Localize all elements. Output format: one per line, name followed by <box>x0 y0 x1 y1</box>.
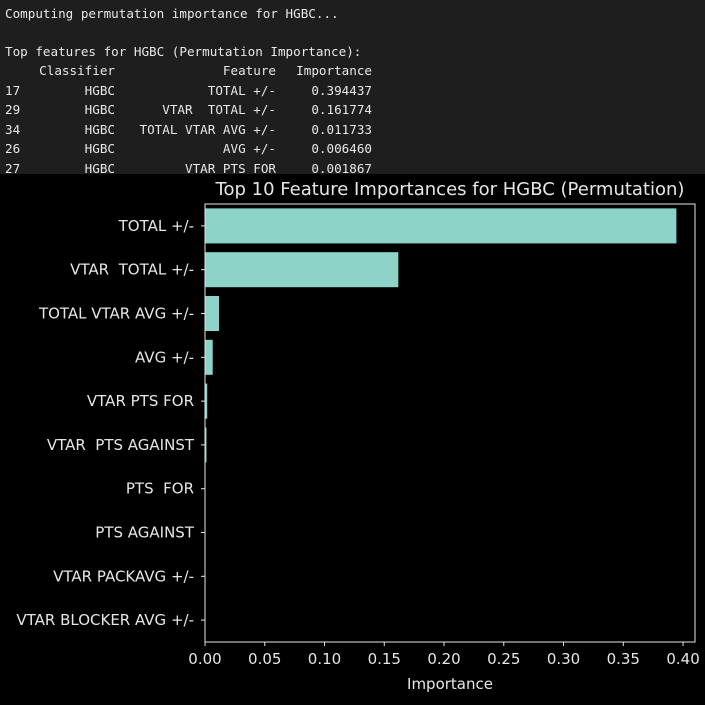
app-window: Computing permutation importance for HGB… <box>0 0 705 705</box>
x-tick-label: 0.40 <box>666 650 699 668</box>
bar <box>205 339 213 375</box>
y-tick-label: PTS AGAINST <box>95 524 195 542</box>
y-tick-label: TOTAL +/- <box>118 217 194 235</box>
row-feature: VTAR TOTAL +/- <box>162 102 276 117</box>
header-classifier: Classifier <box>39 63 115 78</box>
row-index: 26 <box>5 141 21 156</box>
row-index: 34 <box>5 121 21 137</box>
x-axis-label: Importance <box>407 675 493 693</box>
row-importance: 0.011733 <box>311 121 372 137</box>
y-tick-label: TOTAL VTAR AVG +/- <box>38 305 194 323</box>
bar <box>205 208 677 244</box>
table-header-row: Classifier Feature Importance <box>5 61 705 81</box>
y-tick-label: VTAR PTS AGAINST <box>47 436 195 454</box>
row-classifier: HGBC <box>84 102 115 117</box>
row-index: 17 <box>5 82 21 98</box>
x-tick-label: 0.15 <box>368 650 401 668</box>
x-tick-label: 0.10 <box>308 650 341 668</box>
x-tick-label: 0.30 <box>547 650 580 668</box>
row-feature: TOTAL VTAR AVG +/- <box>139 121 276 137</box>
x-tick-label: 0.25 <box>487 650 520 668</box>
x-tick-label: 0.00 <box>188 650 221 668</box>
x-tick-label: 0.20 <box>427 650 460 668</box>
bars-layer <box>205 208 677 463</box>
bar <box>205 295 220 332</box>
table-row: 34 HGBC TOTAL VTAR AVG +/- 0.011733 <box>5 120 705 140</box>
row-classifier: HGBC <box>84 82 115 98</box>
row-classifier: HGBC <box>84 141 115 156</box>
y-tick-label: AVG +/- <box>135 348 194 366</box>
y-tick-label: VTAR PTS FOR <box>87 392 194 410</box>
chart-title: Top 10 Feature Importances for HGBC (Per… <box>215 179 685 200</box>
row-importance: 0.006460 <box>311 141 372 156</box>
header-importance: Importance <box>296 63 372 78</box>
y-tick-label: VTAR PACKAVG +/- <box>53 567 194 585</box>
status-line: Computing permutation importance for HGB… <box>5 6 339 21</box>
y-tick-label: VTAR BLOCKER AVG +/- <box>16 611 194 629</box>
x-tick-label: 0.35 <box>607 650 640 668</box>
table-row: 17 HGBC TOTAL +/- 0.394437 <box>5 81 705 101</box>
row-importance: 0.394437 <box>311 82 372 98</box>
y-ticks: TOTAL +/- VTAR TOTAL +/- TOTAL VTAR AVG +/… <box>16 217 205 629</box>
x-tick-label: 0.05 <box>248 650 281 668</box>
row-importance: 0.161774 <box>311 102 372 117</box>
y-tick-label: VTAR TOTAL +/- <box>70 261 194 279</box>
table-title: Top features for HGBC (Permutation Impor… <box>5 44 362 59</box>
row-classifier: HGBC <box>84 121 115 137</box>
row-feature: TOTAL +/- <box>207 82 276 98</box>
feature-importance-chart: TOTAL +/- VTAR TOTAL +/- TOTAL VTAR AVG +/… <box>16 179 700 693</box>
row-index: 29 <box>5 102 21 117</box>
x-ticks: 0.00 0.05 0.10 0.15 0.20 0.25 0.30 0.35 0.40 <box>188 642 700 668</box>
row-feature: AVG +/- <box>222 141 276 156</box>
table-row: 29 HGBC VTAR TOTAL +/- 0.161774 <box>5 100 705 120</box>
console-output: Computing permutation importance for HGB… <box>0 0 705 176</box>
y-tick-label: PTS FOR <box>126 480 194 498</box>
header-feature: Feature <box>222 63 276 78</box>
bar <box>205 252 399 288</box>
table-row: 26 HGBC AVG +/- 0.006460 <box>5 139 705 159</box>
